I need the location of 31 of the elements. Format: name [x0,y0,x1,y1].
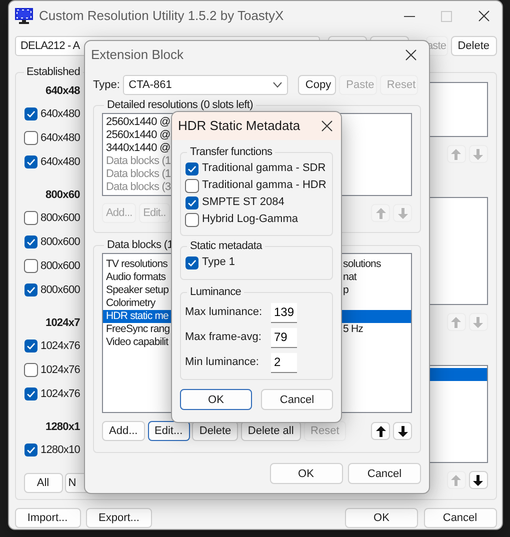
field-label: Max frame-avg: [185,330,262,346]
checkbox-label: 1280x10 [40,442,80,458]
checkbox-label: 1024x76 [40,386,80,402]
checkbox-label: 640x480 [40,130,80,146]
checkbox-label: Hybrid Log-Gamma [202,212,298,228]
field-label: Min luminance: [185,355,260,370]
group-title: Transfer functions [189,145,274,160]
resolution-heading: 1024x7 [44,316,81,331]
checkbox-label: 1024x76 [40,362,80,378]
checkbox-label: 800x600 [40,234,80,250]
checkbox-label: 640x480 [40,106,80,122]
checkbox-label: Type 1 [202,255,236,270]
checkbox-label: 800x600 [40,258,80,274]
group-title: Luminance [189,285,242,300]
dialog-title: Extension Block [91,46,184,64]
resolution-heading: 1280x1 [44,420,81,435]
checkbox-label: Traditional gamma - SDR [202,161,326,176]
dialog-title: HDR Static Metadata [178,117,300,136]
window-title: Custom Resolution Utility 1.5.2 by ToastyX [39,7,284,26]
resolution-heading: 800x60 [44,188,81,203]
group-title: Detailed resolutions (0 slots left) [106,98,254,113]
field-label: Max luminance: [185,305,264,320]
checkbox-label: Traditional gamma - HDR [202,178,326,194]
checkbox-label: 640x480 [40,154,80,170]
checkbox-label: SMPTE ST 2084 [202,195,284,210]
field-label: Type: [93,78,120,93]
group-title: Established [26,65,82,80]
checkbox-label: 800x600 [40,210,80,226]
checkbox-label: 1024x76 [40,338,80,354]
group-title: Static metadata [189,239,264,254]
checkbox-label: 800x600 [40,282,80,298]
